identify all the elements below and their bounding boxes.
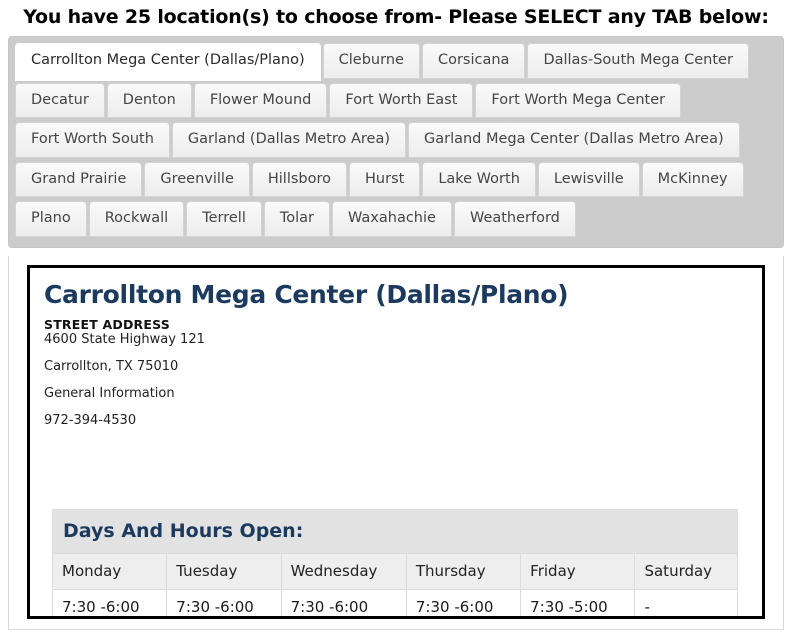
hours-col-saturday: Saturday [634, 552, 738, 590]
tab-label: McKinney [657, 170, 728, 187]
tab-label: Fort Worth Mega Center [491, 91, 666, 108]
hours-value-monday: 7:30 -6:00 [51, 588, 168, 616]
page-root: You have 25 location(s) to choose from- … [0, 0, 792, 630]
tab-rockwall[interactable]: Rockwall [88, 201, 185, 237]
tab-fort-worth-south[interactable]: Fort Worth South [15, 122, 170, 158]
tab-label: Grand Prairie [31, 170, 127, 187]
tab-label: Carrollton Mega Center (Dallas/Plano) [31, 52, 305, 68]
tab-label: Decatur [31, 91, 89, 108]
tab-label: Dallas-South Mega Center [543, 52, 733, 68]
tab-label: Rockwall [104, 210, 169, 226]
tab-label: Fort Worth East [345, 91, 458, 108]
tab-row-1: Carrollton Mega Center (Dallas/Plano) Cl… [15, 43, 777, 83]
hours-col-monday: Monday [51, 552, 168, 590]
tab-row-5: Plano Rockwall Terrell Tolar Waxahachie … [15, 201, 777, 241]
tab-label: Lake Worth [438, 170, 520, 187]
tab-garland-mega-center[interactable]: Garland Mega Center (Dallas Metro Area) [408, 122, 740, 158]
hours-value-friday: 7:30 -5:00 [520, 588, 636, 616]
tab-hurst[interactable]: Hurst [349, 161, 421, 197]
tab-carrollton-mega-center[interactable]: Carrollton Mega Center (Dallas/Plano) [15, 43, 321, 81]
hours-col-thursday: Thursday [405, 552, 522, 590]
address-line-1: 4600 State Highway 121 [44, 331, 205, 347]
tab-hillsboro[interactable]: Hillsboro [251, 161, 348, 197]
tab-label: Flower Mound [209, 91, 312, 108]
tab-lake-worth[interactable]: Lake Worth [422, 161, 536, 197]
tab-lewisville[interactable]: Lewisville [537, 161, 640, 197]
tab-label: Fort Worth South [31, 131, 154, 147]
tab-label: Hurst [365, 170, 405, 187]
tab-plano[interactable]: Plano [15, 201, 87, 237]
tab-grand-prairie[interactable]: Grand Prairie [15, 161, 143, 197]
contact-label: General Information [44, 386, 175, 402]
tab-corsicana[interactable]: Corsicana [421, 43, 526, 79]
location-title: Carrollton Mega Center (Dallas/Plano) [44, 279, 569, 309]
tab-greenville[interactable]: Greenville [144, 161, 250, 197]
hours-col-wednesday: Wednesday [280, 552, 407, 590]
tab-label: Lewisville [553, 170, 624, 187]
tab-label: Terrell [202, 210, 246, 226]
tab-label: Plano [31, 210, 71, 226]
tab-label: Corsicana [437, 52, 510, 68]
tab-row-3: Fort Worth South Garland (Dallas Metro A… [15, 122, 777, 162]
tab-label: Greenville [160, 170, 234, 187]
tab-dallas-south-mega-center[interactable]: Dallas-South Mega Center [527, 43, 749, 79]
address-line-2: Carrollton, TX 75010 [44, 358, 179, 374]
tab-tolar[interactable]: Tolar [263, 201, 330, 237]
table-row: 7:30 -6:00 7:30 -6:00 7:30 -6:00 7:30 -6… [51, 588, 738, 616]
tab-label: Cleburne [338, 52, 404, 68]
tab-panel: Carrollton Mega Center (Dallas/Plano) ST… [8, 255, 784, 630]
tab-label: Waxahachie [348, 210, 436, 226]
hours-value-saturday: - [634, 588, 738, 616]
tab-label: Hillsboro [267, 170, 332, 187]
tab-denton[interactable]: Denton [106, 82, 192, 118]
hours-value-wednesday: 7:30 -6:00 [280, 588, 407, 616]
tab-terrell[interactable]: Terrell [186, 201, 262, 237]
tab-cleburne[interactable]: Cleburne [322, 43, 420, 79]
tab-waxahachie[interactable]: Waxahachie [332, 201, 452, 237]
page-title: You have 25 location(s) to choose from- … [23, 6, 769, 28]
street-address-label: STREET ADDRESS [44, 316, 170, 332]
hours-value-thursday: 7:30 -6:00 [405, 588, 522, 616]
hours-section: Days And Hours Open: Monday Tuesday Wedn… [51, 508, 738, 616]
tab-label: Weatherford [469, 210, 560, 226]
tab-label: Garland Mega Center (Dallas Metro Area) [424, 131, 724, 147]
tab-weatherford[interactable]: Weatherford [453, 201, 576, 237]
hours-value-tuesday: 7:30 -6:00 [166, 588, 282, 616]
hours-section-title: Days And Hours Open: [52, 508, 738, 553]
tab-row-2: Decatur Denton Flower Mound Fort Worth E… [15, 82, 777, 123]
hours-col-friday: Friday [520, 552, 636, 590]
location-detail-card: Carrollton Mega Center (Dallas/Plano) ST… [27, 264, 765, 619]
tab-row-4: Grand Prairie Greenville Hillsboro Hurst… [15, 161, 777, 202]
hours-table: Monday Tuesday Wednesday Thursday Friday… [51, 552, 738, 616]
tab-fort-worth-mega-center[interactable]: Fort Worth Mega Center [475, 82, 682, 118]
tab-fort-worth-east[interactable]: Fort Worth East [329, 82, 474, 118]
tab-label: Denton [122, 91, 176, 108]
tab-decatur[interactable]: Decatur [15, 82, 105, 118]
tab-mckinney[interactable]: McKinney [641, 161, 744, 197]
hours-header-row: Monday Tuesday Wednesday Thursday Friday… [51, 552, 738, 590]
tab-flower-mound[interactable]: Flower Mound [193, 82, 328, 118]
tab-label: Garland (Dallas Metro Area) [187, 131, 390, 147]
location-tabs: Carrollton Mega Center (Dallas/Plano) Cl… [8, 36, 784, 248]
phone-number: 972-394-4530 [44, 413, 137, 429]
tab-label: Tolar [279, 210, 314, 226]
hours-col-tuesday: Tuesday [166, 552, 282, 590]
tab-garland-dallas-metro-area[interactable]: Garland (Dallas Metro Area) [171, 122, 406, 158]
